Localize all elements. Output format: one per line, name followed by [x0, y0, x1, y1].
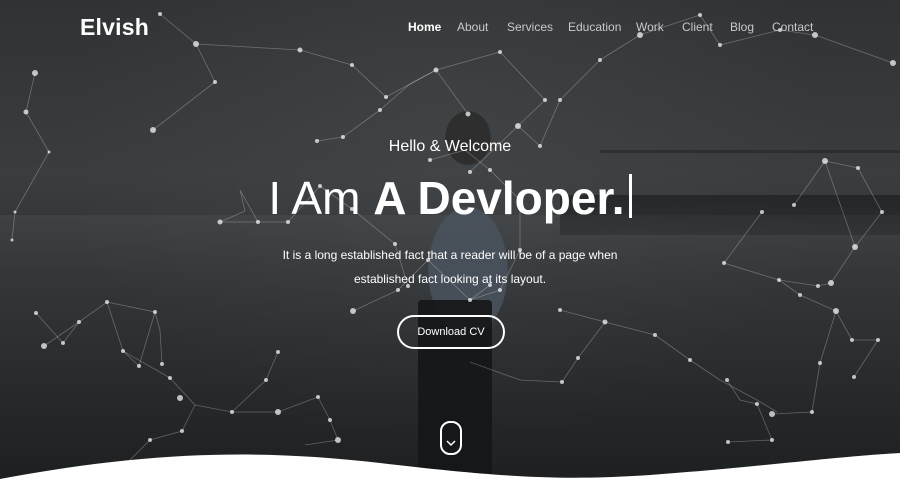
hero-headline: I Am A Devloper.: [0, 170, 900, 226]
brand-logo[interactable]: Elvish: [80, 14, 149, 41]
nav-work[interactable]: Work: [636, 20, 664, 34]
typing-cursor: [628, 174, 632, 218]
nav-services[interactable]: Services: [507, 20, 553, 34]
nav-home[interactable]: Home: [408, 20, 441, 34]
hero-greeting: Hello & Welcome: [388, 138, 512, 155]
description-line-1: It is a long established fact that a rea…: [282, 248, 618, 262]
nav-contact[interactable]: Contact: [772, 20, 813, 34]
description-line-2: established fact looking at its layout.: [353, 272, 547, 286]
headline-prefix: I Am: [268, 172, 374, 224]
chevron-down-icon: [446, 440, 456, 447]
nav-education[interactable]: Education: [568, 20, 621, 34]
nav-about[interactable]: About: [457, 20, 488, 34]
scroll-down-button[interactable]: [440, 421, 462, 455]
nav-blog[interactable]: Blog: [730, 20, 754, 34]
headline-highlight: A Devloper.: [373, 172, 625, 224]
hero-description: It is a long established fact that a rea…: [0, 243, 900, 291]
download-cv-button[interactable]: Download CV: [397, 315, 505, 349]
nav-client[interactable]: Client: [682, 20, 713, 34]
